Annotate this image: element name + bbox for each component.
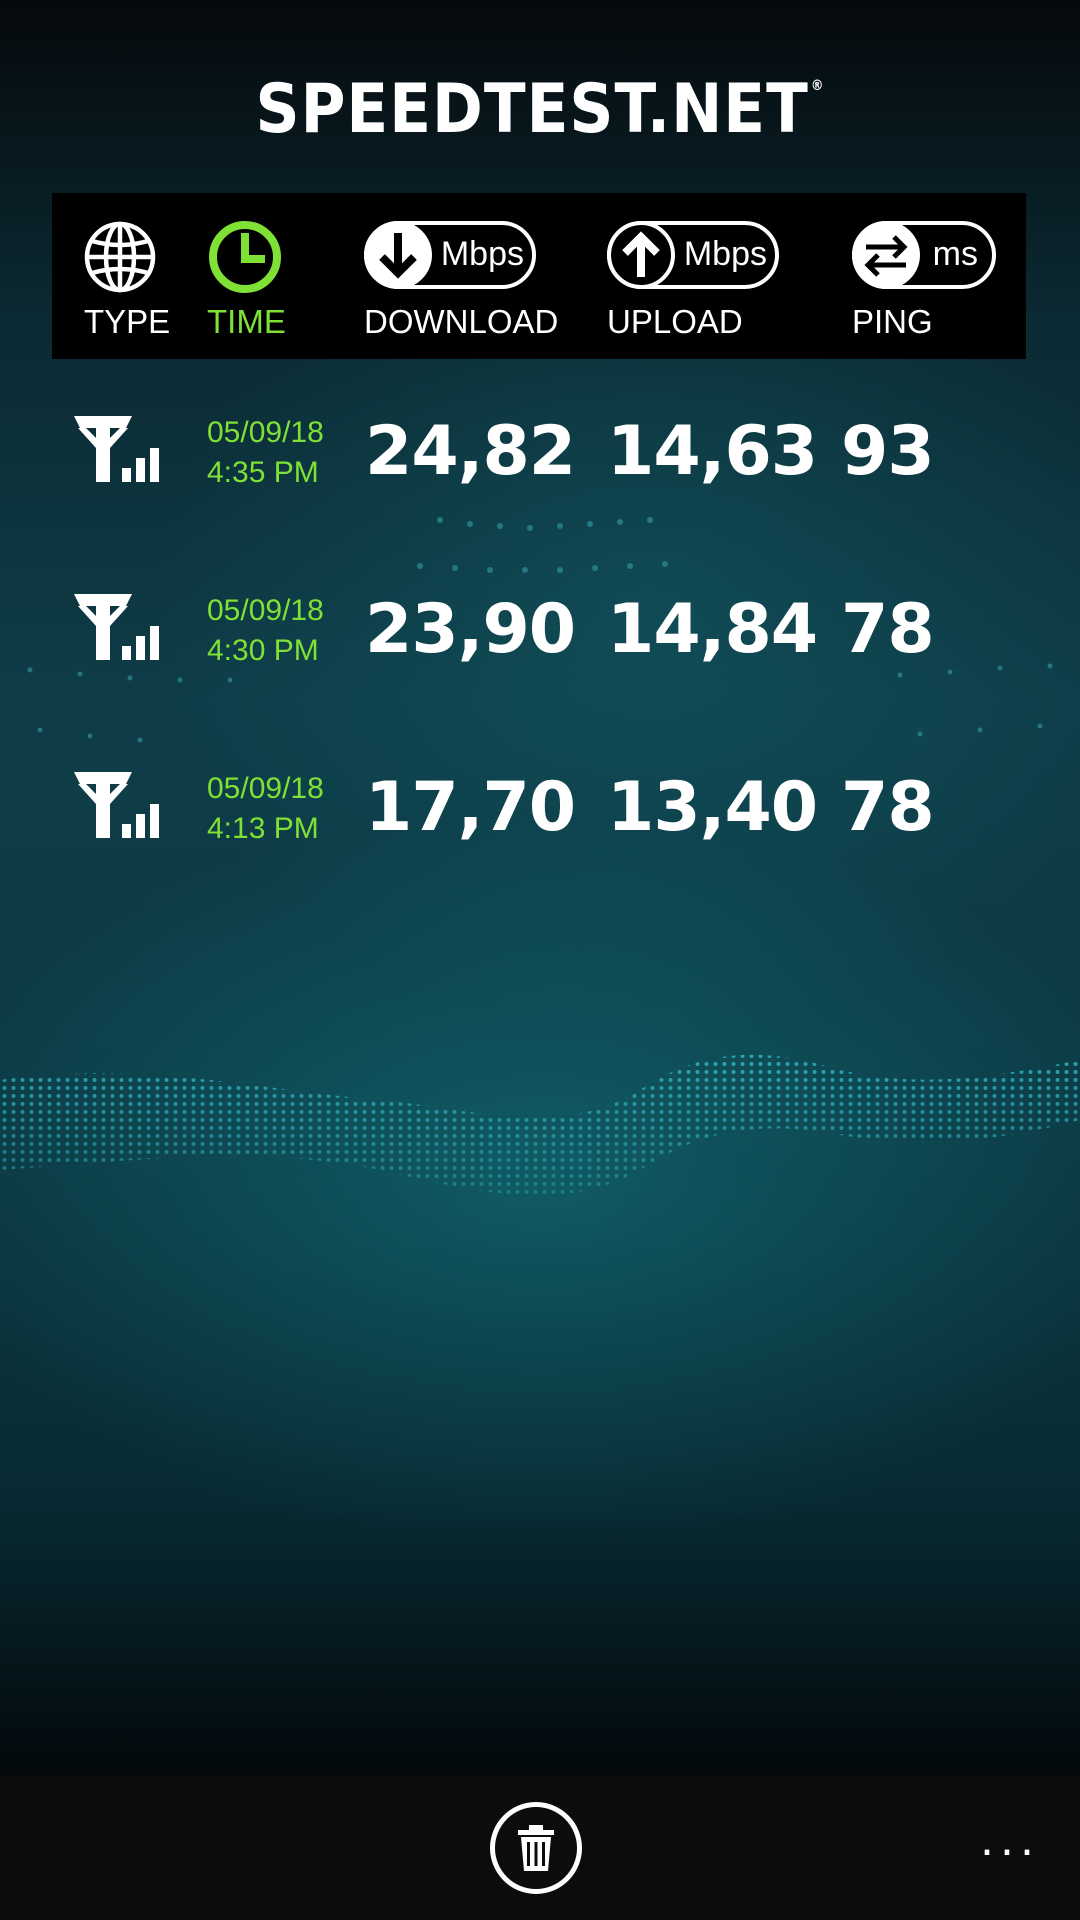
upload-unit-pill: Mbps — [607, 221, 779, 289]
result-date: 05/09/18 — [207, 594, 324, 627]
sort-by-download[interactable]: Mbps DOWNLOAD — [364, 193, 564, 359]
upload-unit: Mbps — [683, 235, 767, 273]
ping-value: 78 — [841, 590, 935, 669]
delete-results-button[interactable] — [490, 1802, 582, 1894]
more-options-button[interactable]: ... — [980, 1815, 1040, 1866]
sort-by-ping[interactable]: ms PING — [852, 193, 1002, 359]
result-date: 05/09/18 — [207, 416, 324, 449]
background-wave — [0, 1054, 1080, 1196]
swap-arrows-icon — [864, 235, 908, 277]
sort-by-upload[interactable]: Mbps UPLOAD — [607, 193, 807, 359]
result-row[interactable]: 05/09/18 4:13 PM 17,70 13,40 78 — [0, 756, 1080, 866]
download-value: 17,70 — [365, 768, 576, 847]
ping-unit: ms — [932, 235, 978, 273]
result-date: 05/09/18 — [207, 772, 324, 805]
result-time: 4:35 PM — [207, 456, 319, 489]
download-value: 24,82 — [365, 412, 576, 491]
ping-value: 78 — [841, 768, 935, 847]
ping-unit-pill: ms — [852, 221, 996, 289]
result-row[interactable]: 05/09/18 4:35 PM 24,82 14,63 93 — [0, 400, 1080, 510]
download-unit-pill: Mbps — [364, 221, 536, 289]
trash-icon — [518, 1825, 554, 1871]
registered-mark: ® — [810, 78, 825, 94]
app-bar: ... — [0, 1775, 1080, 1920]
arrow-up-icon — [622, 231, 660, 277]
logo-text: SPEEDTEST.NET — [255, 70, 809, 149]
arrow-down-icon — [379, 233, 417, 279]
ping-value: 93 — [841, 412, 935, 491]
time-label: TIME — [207, 303, 286, 340]
result-time: 4:13 PM — [207, 812, 319, 845]
result-row[interactable]: 05/09/18 4:30 PM 23,90 14,84 78 — [0, 578, 1080, 688]
ping-label: PING — [852, 303, 933, 340]
results-header: TYPE TIME Mbps DOWNLOAD Mbps UPLOAD ms P… — [52, 193, 1026, 359]
download-unit: Mbps — [440, 235, 524, 273]
clock-icon — [209, 221, 281, 293]
sort-by-type[interactable]: TYPE — [82, 193, 192, 359]
globe-icon — [84, 221, 156, 293]
upload-label: UPLOAD — [607, 303, 743, 340]
upload-value: 13,40 — [607, 768, 818, 847]
upload-value: 14,63 — [607, 412, 818, 491]
download-value: 23,90 — [365, 590, 576, 669]
cellular-signal-icon — [74, 416, 159, 482]
speedtest-logo: SPEEDTEST.NET ® — [0, 70, 1080, 149]
upload-value: 14,84 — [607, 590, 818, 669]
cellular-signal-icon — [74, 772, 159, 838]
download-label: DOWNLOAD — [364, 303, 559, 340]
result-time: 4:30 PM — [207, 634, 319, 667]
cellular-signal-icon — [74, 594, 159, 660]
type-label: TYPE — [84, 303, 171, 340]
sort-by-time[interactable]: TIME — [207, 193, 317, 359]
